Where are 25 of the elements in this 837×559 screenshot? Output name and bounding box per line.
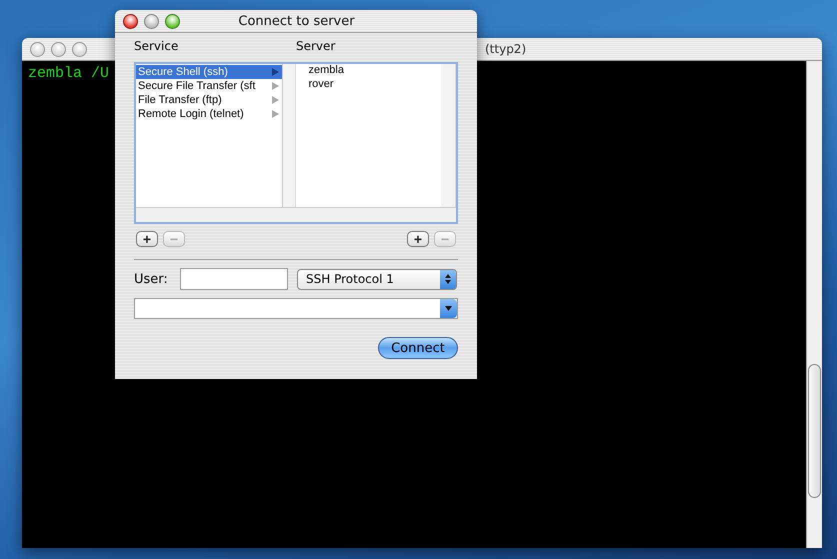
connect-button[interactable]: Connect	[378, 337, 458, 359]
host-combo-box[interactable]	[134, 298, 458, 319]
service-item[interactable]: Secure File Transfer (sft	[136, 79, 282, 93]
horizontal-scrollbar[interactable]	[136, 207, 456, 222]
window-control-icon[interactable]	[165, 14, 180, 28]
stepper-icon	[445, 274, 451, 284]
window-title: Connect to server	[238, 14, 355, 28]
service-item[interactable]: File Transfer (ftp)	[136, 93, 282, 107]
service-item[interactable]: Secure Shell (ssh)	[136, 65, 282, 79]
window-title: (ttyp2)	[485, 42, 526, 56]
user-field[interactable]	[180, 268, 288, 290]
service-item[interactable]: Remote Login (telnet)	[136, 107, 282, 121]
column-header: Service	[134, 39, 180, 55]
window-control-icon[interactable]	[144, 14, 159, 28]
server-item[interactable]: rover	[296, 78, 442, 92]
add-button[interactable]: +	[407, 231, 429, 247]
caret-icon	[445, 306, 452, 311]
protocol-popup[interactable]: SSH Protocol 1	[297, 268, 457, 290]
server-item[interactable]: zembla	[296, 64, 442, 78]
scrollbar[interactable]	[806, 61, 822, 548]
window-control-icon[interactable]	[123, 14, 138, 28]
user-label: User:	[134, 272, 169, 286]
add-button[interactable]: +	[136, 231, 158, 247]
column-header: Server	[296, 39, 336, 55]
terminal-line: zembla /U	[28, 65, 110, 82]
